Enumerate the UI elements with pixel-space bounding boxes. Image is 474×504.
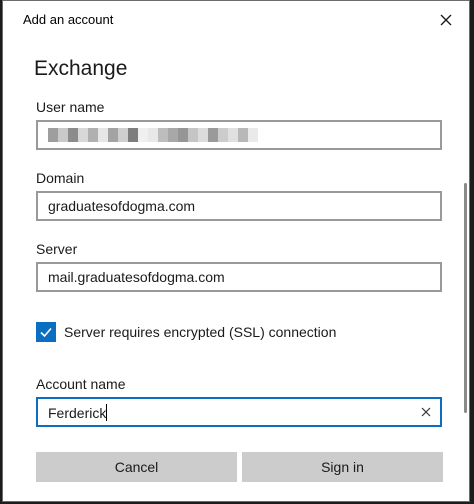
user-name-input[interactable] [36, 120, 442, 150]
clear-icon [421, 407, 431, 417]
account-name-input[interactable]: Ferderick [36, 397, 442, 427]
server-value: mail.graduatesofdogma.com [48, 269, 225, 285]
close-icon [440, 14, 452, 26]
account-name-value-wrap: Ferderick [48, 404, 108, 421]
ssl-checkbox[interactable] [36, 322, 56, 342]
redacted-user-name [48, 128, 258, 142]
title-bar: Add an account [3, 1, 469, 39]
scrollbar-thumb[interactable] [464, 183, 467, 413]
server-label: Server [36, 241, 78, 257]
user-name-label: User name [36, 99, 105, 115]
domain-value: graduatesofdogma.com [48, 198, 196, 214]
clear-text-button[interactable] [416, 402, 436, 422]
checkmark-icon [40, 327, 52, 338]
domain-input[interactable]: graduatesofdogma.com [36, 191, 442, 221]
close-button[interactable] [423, 1, 469, 39]
text-caret [106, 404, 108, 421]
account-name-value: Ferderick [48, 405, 107, 421]
cancel-button[interactable]: Cancel [36, 452, 237, 482]
domain-label: Domain [36, 170, 85, 186]
server-input[interactable]: mail.graduatesofdogma.com [36, 262, 442, 292]
add-account-dialog: Add an account Exchange User name Domain… [2, 0, 470, 502]
window-title: Add an account [23, 12, 114, 27]
ssl-checkbox-label[interactable]: Server requires encrypted (SSL) connecti… [64, 324, 336, 340]
account-name-label: Account name [36, 376, 126, 392]
page-title: Exchange [34, 57, 128, 80]
sign-in-button[interactable]: Sign in [242, 452, 443, 482]
